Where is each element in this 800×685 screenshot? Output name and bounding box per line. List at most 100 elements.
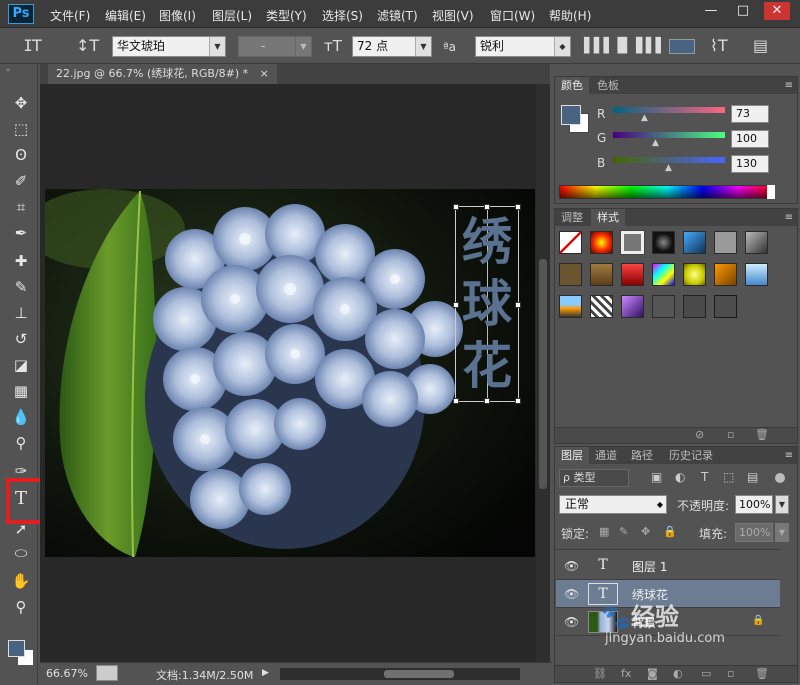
transform-handle[interactable] [515,398,521,404]
style-swatch[interactable] [745,231,768,254]
lock-all-icon[interactable]: 🔒 [663,525,677,538]
tab-adjustments[interactable]: 调整 [555,209,589,226]
status-menu-arrow-icon[interactable]: ▶ [262,668,269,678]
marquee-tool-icon[interactable]: ⬚ [10,118,32,140]
g-slider[interactable] [613,132,725,138]
link-layers-icon[interactable]: ⛓ [593,667,607,680]
color-spectrum[interactable] [559,185,775,199]
tab-channels[interactable]: 通道 [589,447,623,464]
eraser-tool-icon[interactable]: ◪ [10,354,32,376]
transform-handle[interactable] [453,204,459,210]
zoom-level[interactable]: 66.67% [46,667,88,680]
slider-handle[interactable]: ▲ [665,163,672,173]
transform-handle[interactable] [453,398,459,404]
document-canvas[interactable]: 绣 球 花 [40,84,536,662]
spectrum-white[interactable] [767,185,775,199]
status-icon[interactable] [96,665,118,681]
g-value[interactable]: 100 [731,130,769,148]
minimize-button[interactable]: — [698,2,724,20]
lock-image-icon[interactable]: ✎ [619,525,628,538]
close-tab-icon[interactable]: × [260,67,269,80]
style-swatch[interactable] [714,295,737,318]
hand-tool-icon[interactable]: ✋ [10,570,32,592]
fx-icon[interactable]: fx [621,667,631,680]
lock-position-icon[interactable]: ✥ [641,525,650,538]
eyedropper-tool-icon[interactable]: ✒ [10,222,32,244]
r-value[interactable]: 73 [731,105,769,123]
align-right-icon[interactable]: ▌▌▌ [636,36,666,56]
r-slider[interactable] [613,107,725,113]
fill-input[interactable]: 100% [735,523,773,542]
tab-swatches[interactable]: 色板 [591,77,625,94]
style-swatch[interactable] [621,263,644,286]
new-adjustment-icon[interactable]: ◐ [673,667,683,680]
delete-layer-icon[interactable]: 🗑 [755,667,769,680]
menu-view[interactable]: 视图(V) [432,7,474,24]
new-layer-icon[interactable]: ▫ [727,667,734,680]
style-swatch[interactable] [683,295,706,318]
layer-row[interactable]: 👁 T 图层 1 [556,552,780,580]
add-mask-icon[interactable]: ◙ [647,667,658,680]
scroll-thumb[interactable] [384,670,454,678]
history-brush-tool-icon[interactable]: ↺ [10,328,32,350]
character-panel-icon[interactable]: ▤ [753,36,768,56]
blend-mode-select[interactable]: 正常 ◆ [559,495,667,514]
restore-button[interactable]: □ [730,2,756,20]
filter-smart-object-icon[interactable]: ▤ [747,470,758,484]
antialias-select[interactable]: 锐利 ◆ [475,36,571,57]
text-bounding-box[interactable]: 绣 球 花 [453,204,521,404]
clear-style-icon[interactable]: ⊘ [695,428,704,441]
brush-tool-icon[interactable]: ✎ [10,276,32,298]
healing-brush-tool-icon[interactable]: ✚ [10,250,32,272]
new-group-icon[interactable]: ▭ [701,667,711,680]
clone-stamp-tool-icon[interactable]: ⊥ [10,302,32,324]
style-swatch[interactable] [590,231,613,254]
visibility-eye-icon[interactable]: 👁 [564,587,579,601]
style-swatch[interactable] [590,295,613,318]
style-swatch[interactable] [714,231,737,254]
move-tool-icon[interactable]: ✥ [10,92,32,114]
style-swatch[interactable] [559,263,582,286]
menu-help[interactable]: 帮助(H) [549,7,591,24]
font-style-select[interactable]: - ▼ [238,36,312,57]
menu-select[interactable]: 选择(S) [322,7,363,24]
slider-handle[interactable]: ▲ [652,138,659,148]
chevron-down-icon[interactable]: ▼ [775,523,789,542]
transform-handle[interactable] [515,204,521,210]
visibility-eye-icon[interactable]: 👁 [564,615,579,629]
document-tab[interactable]: 22.jpg @ 66.7% (绣球花, RGB/8#) * × [48,64,277,84]
layer-filter-select[interactable]: ρ 类型 [559,469,629,487]
menu-edit[interactable]: 编辑(E) [105,7,146,24]
filter-shape-icon[interactable]: ⬚ [723,470,734,484]
menu-window[interactable]: 窗口(W) [490,7,535,24]
chevron-down-icon[interactable]: ▼ [775,495,789,514]
ellipse-tool-icon[interactable]: ⬭ [10,542,32,564]
panel-menu-icon[interactable]: ≡ [785,209,793,226]
new-style-icon[interactable]: ▫ [727,428,734,441]
style-swatch[interactable] [683,263,706,286]
gradient-tool-icon[interactable]: ▦ [10,380,32,402]
style-none[interactable] [559,231,582,254]
style-swatch[interactable] [621,231,644,254]
type-tool-preset-icon[interactable]: ⵊT [24,36,42,56]
menu-layer[interactable]: 图层(L) [212,7,252,24]
path-select-tool-icon[interactable]: ➚ [10,518,32,540]
crop-tool-icon[interactable]: ⌗ [10,196,32,218]
font-size-select[interactable]: 72 点 ▼ [352,36,432,57]
blur-tool-icon[interactable]: 💧 [10,406,32,428]
horizontal-scrollbar[interactable] [280,668,520,680]
lock-transparent-icon[interactable]: ▦ [599,525,609,538]
opacity-input[interactable]: 100% [735,495,773,514]
panel-menu-icon[interactable]: ≡ [785,77,793,94]
b-value[interactable]: 130 [731,155,769,173]
menu-image[interactable]: 图像(I) [159,7,196,24]
transform-handle[interactable] [484,398,490,404]
scroll-thumb[interactable] [539,259,547,489]
style-swatch[interactable] [683,231,706,254]
quick-select-tool-icon[interactable]: ✐ [10,170,32,192]
style-swatch[interactable] [621,295,644,318]
foreground-color-swatch[interactable] [8,640,25,657]
menu-type[interactable]: 类型(Y) [266,7,307,24]
toggle-text-orientation-icon[interactable]: ↕T [76,36,99,56]
type-tool-icon[interactable]: T [10,488,32,510]
